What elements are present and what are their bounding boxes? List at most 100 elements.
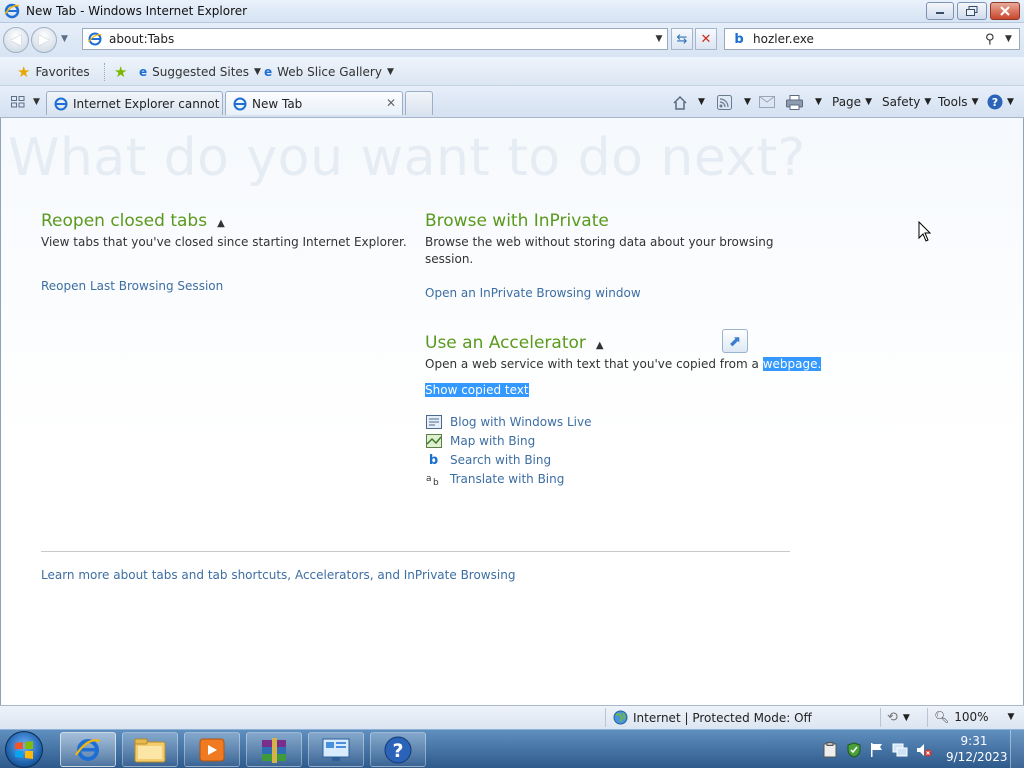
feeds-button[interactable]: ▼ <box>717 92 751 112</box>
svg-text:?: ? <box>392 740 403 762</box>
address-input[interactable]: about:Tabs <box>109 32 651 46</box>
network-tray-icon[interactable] <box>892 742 908 761</box>
svg-text:?: ? <box>992 96 998 109</box>
add-ons-dropdown-icon: ▼ <box>902 712 910 723</box>
suggested-sites-button[interactable]: e Suggested Sites ▼ <box>139 62 261 82</box>
recent-pages-dropdown-icon[interactable]: ▼ <box>61 34 68 44</box>
globe-icon <box>613 710 628 725</box>
window-title: New Tab - Windows Internet Explorer <box>26 4 248 18</box>
page-icon <box>87 32 102 46</box>
tab-list-dropdown-icon[interactable]: ▼ <box>33 97 40 107</box>
web-slice-gallery-dropdown-icon: ▼ <box>386 67 394 77</box>
reopen-closed-tabs-heading[interactable]: Reopen closed tabs ▲ <box>41 211 225 231</box>
show-copied-text-link[interactable]: Show copied text <box>425 383 529 397</box>
zoom-level: 100% <box>954 710 989 724</box>
search-options-dropdown-icon[interactable]: ▼ <box>1005 34 1019 44</box>
add-to-favorites-bar-button[interactable]: ★ <box>114 62 127 82</box>
print-button[interactable]: ▼ <box>786 92 822 112</box>
accelerator-arrow-icon: ⬈ <box>728 332 742 350</box>
home-icon <box>673 95 687 110</box>
suggested-sites-icon: e <box>139 65 148 79</box>
highlighted-word: webpage. <box>762 357 822 371</box>
tab-row: ▼ Internet Explorer cannot di... New Tab… <box>0 86 1024 118</box>
new-tab-button[interactable] <box>405 91 433 115</box>
web-slice-gallery-button[interactable]: e Web Slice Gallery ▼ <box>264 62 394 82</box>
search-icon[interactable]: ⚲ <box>985 32 1005 47</box>
print-dropdown-icon: ▼ <box>815 97 822 107</box>
security-tray-icon[interactable] <box>846 742 862 761</box>
tab-new-tab[interactable]: New Tab ✕ <box>225 91 403 115</box>
accelerator-item-search[interactable]: b Search with Bing <box>425 452 551 468</box>
open-inprivate-window-link[interactable]: Open an InPrivate Browsing window <box>425 286 641 300</box>
restore-button[interactable] <box>957 2 987 20</box>
show-desktop-button[interactable] <box>1010 730 1024 768</box>
windows-logo-icon <box>15 740 33 759</box>
feeds-dropdown-icon: ▼ <box>744 97 751 107</box>
taskbar-windows-explorer[interactable] <box>122 732 178 767</box>
collapse-caret-icon[interactable]: ▲ <box>217 218 225 229</box>
clock[interactable]: 9:31 9/12/2023 <box>946 733 1008 765</box>
collapse-caret-icon[interactable]: ▲ <box>596 340 604 351</box>
safety-menu[interactable]: Safety ▼ <box>882 92 931 112</box>
taskbar-winrar[interactable] <box>246 732 302 767</box>
home-dropdown-icon: ▼ <box>698 97 705 107</box>
close-window-button[interactable] <box>990 2 1020 20</box>
safety-menu-label: Safety <box>882 95 921 109</box>
back-button[interactable]: ◀ <box>3 27 29 53</box>
help-button[interactable]: ? ▼ <box>987 92 1014 112</box>
security-zone[interactable]: Internet | Protected Mode: Off <box>613 710 812 725</box>
address-dropdown-icon[interactable]: ▼ <box>651 34 667 44</box>
taskbar-media-player[interactable] <box>184 732 240 767</box>
stop-button[interactable]: ✕ <box>695 28 717 50</box>
read-mail-button[interactable] <box>759 92 775 112</box>
minimize-button[interactable] <box>926 2 954 20</box>
web-slice-gallery-label: Web Slice Gallery <box>277 65 382 79</box>
taskbar-internet-explorer[interactable] <box>60 732 116 767</box>
reopen-last-session-link[interactable]: Reopen Last Browsing Session <box>41 279 223 293</box>
page-menu[interactable]: Page ▼ <box>832 92 872 112</box>
close-tab-icon[interactable]: ✕ <box>386 96 396 110</box>
security-zone-label: Internet | Protected Mode: Off <box>633 710 812 725</box>
home-button[interactable]: ▼ <box>672 92 705 112</box>
search-box[interactable]: b hozler.exe ⚲ ▼ <box>724 28 1020 50</box>
bing-icon: b <box>734 31 744 47</box>
search-input[interactable]: hozler.exe <box>753 32 985 46</box>
accelerator-button[interactable]: ⬈ <box>722 329 748 353</box>
help-dropdown-icon: ▼ <box>1007 97 1014 107</box>
stop-icon: ✕ <box>700 31 712 47</box>
windows-live-icon <box>425 414 442 430</box>
taskbar-remote-desktop[interactable] <box>308 732 364 767</box>
add-ons-status-button[interactable]: ⟲ ▼ <box>887 710 910 725</box>
clipboard-tray-icon[interactable] <box>823 742 837 761</box>
tools-menu[interactable]: Tools ▼ <box>938 92 978 112</box>
action-center-flag-icon[interactable] <box>870 742 884 761</box>
accelerator-item-map[interactable]: Map with Bing <box>425 433 535 449</box>
status-bar: Internet | Protected Mode: Off ⟲ ▼ 🔍︎ 10… <box>0 705 1024 729</box>
mouse-cursor-icon <box>918 221 932 242</box>
forward-button[interactable]: ▶ <box>31 27 57 53</box>
page-heading: What do you want to do next? <box>8 128 806 188</box>
quick-tabs-button[interactable] <box>7 92 29 112</box>
volume-muted-icon[interactable] <box>916 742 932 761</box>
use-accelerator-heading[interactable]: Use an Accelerator ▲ <box>425 333 604 353</box>
zoom-control[interactable]: 🔍︎ 100% ▼ <box>934 710 1014 724</box>
accelerator-item-blog[interactable]: Blog with Windows Live <box>425 414 592 430</box>
address-bar[interactable]: about:Tabs ▼ <box>82 28 668 50</box>
tab-internet-explorer-cannot-display[interactable]: Internet Explorer cannot di... <box>46 91 223 115</box>
taskbar-help-and-support[interactable]: ? <box>370 732 426 767</box>
navigation-bar: ◀ ▶ ▼ about:Tabs ▼ ⇆ ✕ b hozler.exe ⚲ ▼ <box>0 23 1024 57</box>
zoom-dropdown-icon: ▼ <box>1007 712 1015 722</box>
favorites-separator <box>104 63 105 81</box>
tools-menu-label: Tools <box>938 95 968 109</box>
accelerator-description-text: Open a web service with text that you've… <box>425 357 759 371</box>
web-slice-gallery-icon: e <box>264 65 273 79</box>
start-button[interactable] <box>5 731 43 768</box>
quick-tabs-icon <box>11 96 25 108</box>
tools-menu-dropdown-icon: ▼ <box>971 97 979 107</box>
learn-more-link[interactable]: Learn more about tabs and tab shortcuts,… <box>41 568 515 582</box>
close-icon <box>1000 6 1010 16</box>
accelerator-item-translate[interactable]: ab Translate with Bing <box>425 471 565 487</box>
favorites-button[interactable]: ★ Favorites <box>17 62 90 82</box>
browse-inprivate-description-line2: session. <box>425 252 474 266</box>
compatibility-view-button[interactable]: ⇆ <box>671 28 693 50</box>
